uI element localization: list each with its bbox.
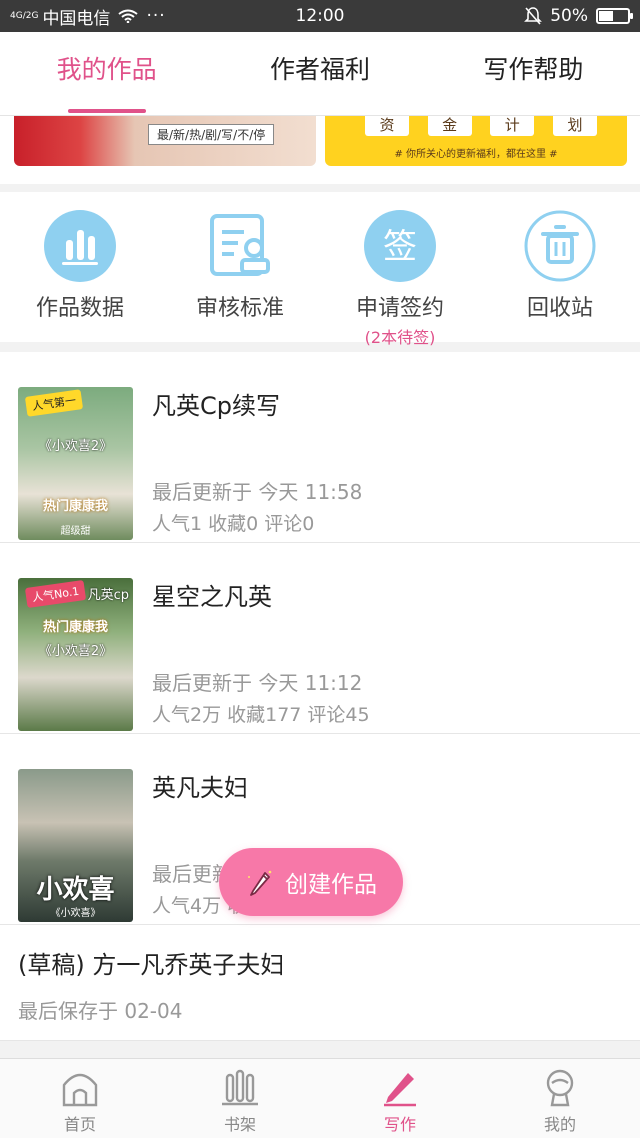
nav-me-label: 我的 bbox=[543, 1115, 576, 1134]
cover-badge: 人气第一 bbox=[24, 389, 84, 417]
wifi-icon bbox=[118, 9, 139, 23]
document-stamp-icon bbox=[210, 214, 270, 276]
tab-author-benefits[interactable]: 作者福利 bbox=[213, 32, 426, 115]
more-indicator: ··· bbox=[146, 6, 166, 26]
work-stats: 人气1 收藏0 评论0 bbox=[152, 513, 315, 535]
draft-item[interactable]: (草稿) 方一凡乔英子夫妇 最后保存于 02-04 bbox=[0, 925, 640, 1041]
battery-icon bbox=[596, 8, 633, 24]
top-tabs: 我的作品 作者福利 写作帮助 bbox=[0, 32, 640, 116]
bar-chart-icon bbox=[44, 210, 116, 282]
status-bar: 4G/2G 中国电信 ··· 12:00 50% bbox=[0, 0, 640, 32]
pencil-icon bbox=[248, 870, 272, 896]
banner-char: 金 bbox=[427, 116, 472, 136]
cover-bottom-text: 超级甜 bbox=[60, 526, 91, 537]
works-data-button[interactable]: 作品数据 bbox=[0, 192, 160, 342]
apply-contract-label: 申请签约 bbox=[355, 296, 444, 321]
banner-carousel: 最/新/热/剧/写/不/停 资 金 计 划 # 你所关心的更新福利，都在这里 # bbox=[0, 116, 640, 184]
apply-contract-button[interactable]: 签 申请签约 (2本待签) bbox=[320, 192, 480, 347]
sign-icon-char: 签 bbox=[383, 227, 417, 267]
nav-write[interactable]: 写作 bbox=[320, 1059, 480, 1138]
work-updated: 最后更新于 今天 11:58 bbox=[152, 480, 363, 504]
banner-char: 划 bbox=[552, 116, 597, 136]
home-icon bbox=[62, 1073, 98, 1107]
review-standard-button[interactable]: 审核标准 bbox=[160, 192, 320, 342]
list-item[interactable]: 人气第一 《小欢喜2》 热门康康我 超级甜 凡英Cp续写 最后更新于 今天 11… bbox=[0, 352, 640, 543]
cover-big-text: 小欢喜 bbox=[36, 875, 115, 905]
nav-home[interactable]: 首页 bbox=[0, 1059, 160, 1138]
list-item[interactable]: 人气No.1 凡英cp 热门康康我 《小欢喜2》 星空之凡英 最后更新于 今天 … bbox=[0, 543, 640, 734]
banner-char: 计 bbox=[490, 116, 535, 136]
tab-writing-help[interactable]: 写作帮助 bbox=[427, 32, 640, 115]
works-data-label: 作品数据 bbox=[35, 296, 124, 321]
draft-title: (草稿) 方一凡乔英子夫妇 bbox=[18, 951, 285, 979]
nav-write-label: 写作 bbox=[383, 1115, 416, 1134]
cover-text: 《小欢喜2》 bbox=[38, 439, 113, 454]
cover-corner-text: 凡英cp bbox=[87, 588, 129, 603]
book-cover: 人气第一 《小欢喜2》 热门康康我 超级甜 bbox=[18, 387, 133, 540]
create-work-button[interactable]: 创建作品 bbox=[219, 848, 403, 916]
work-title: 星空之凡英 bbox=[152, 583, 272, 611]
work-title: 凡英Cp续写 bbox=[152, 392, 280, 420]
drama-banner[interactable]: 最/新/热/剧/写/不/停 bbox=[14, 116, 316, 166]
nav-home-label: 首页 bbox=[63, 1115, 96, 1134]
bookshelf-icon bbox=[222, 1069, 258, 1106]
quick-actions: 作品数据 审核标准 签 申请签约 (2本待签) 回收站 bbox=[0, 192, 640, 347]
mute-bell-icon bbox=[524, 7, 543, 25]
recycle-bin-label: 回收站 bbox=[526, 296, 593, 321]
banner-char: 资 bbox=[365, 116, 409, 136]
work-updated: 最后更新于 今天 11:12 bbox=[152, 671, 363, 695]
works-list: 人气第一 《小欢喜2》 热门康康我 超级甜 凡英Cp续写 最后更新于 今天 11… bbox=[0, 352, 640, 1041]
battery-percent: 50% bbox=[550, 6, 588, 26]
drama-banner-tag: 最/新/热/剧/写/不/停 bbox=[148, 124, 275, 145]
cover-tag: 热门康康我 bbox=[42, 499, 108, 514]
pencil-icon bbox=[384, 1073, 416, 1107]
cover-small-text: 《小欢喜》 bbox=[50, 908, 101, 919]
tab-my-works[interactable]: 我的作品 bbox=[0, 32, 213, 115]
pending-contract-count: (2本待签) bbox=[364, 328, 436, 347]
battery-level bbox=[599, 11, 613, 21]
work-stats: 人气2万 收藏177 评论45 bbox=[152, 704, 370, 726]
sign-icon: 签 bbox=[364, 210, 436, 282]
nav-bookshelf[interactable]: 书架 bbox=[160, 1059, 320, 1138]
profile-icon bbox=[546, 1069, 574, 1107]
banner-note: # 你所关心的更新福利，都在这里 # bbox=[394, 149, 558, 160]
trash-icon bbox=[524, 210, 596, 282]
cover-tag: 热门康康我 bbox=[42, 620, 108, 635]
book-cover: 小欢喜 《小欢喜》 bbox=[18, 769, 133, 922]
nav-bookshelf-label: 书架 bbox=[223, 1115, 256, 1134]
carrier-name: 中国电信 bbox=[42, 8, 111, 29]
review-standard-label: 审核标准 bbox=[195, 296, 284, 321]
work-title: 英凡夫妇 bbox=[152, 774, 248, 802]
cover-text: 《小欢喜2》 bbox=[38, 644, 113, 659]
bottom-nav: 首页 书架 写作 我的 bbox=[0, 1058, 640, 1138]
recycle-bin-button[interactable]: 回收站 bbox=[480, 192, 640, 342]
cover-badge: 人气No.1 bbox=[24, 579, 87, 609]
funding-plan-banner[interactable]: 资 金 计 划 # 你所关心的更新福利，都在这里 # bbox=[325, 116, 627, 166]
signal-indicator: 4G/2G bbox=[10, 10, 39, 21]
create-work-label: 创建作品 bbox=[285, 872, 377, 898]
draft-saved-time: 最后保存于 02-04 bbox=[18, 999, 183, 1023]
book-cover: 人气No.1 凡英cp 热门康康我 《小欢喜2》 bbox=[18, 578, 133, 731]
nav-me[interactable]: 我的 bbox=[480, 1059, 640, 1138]
